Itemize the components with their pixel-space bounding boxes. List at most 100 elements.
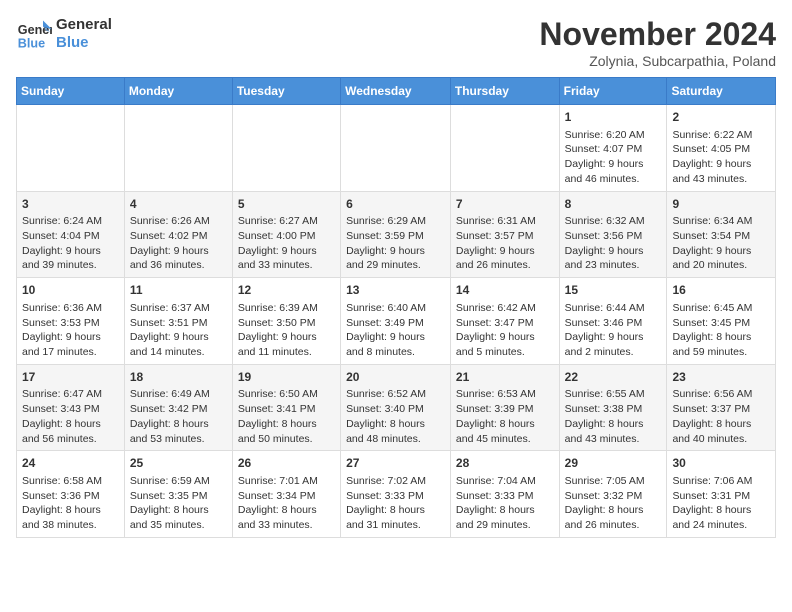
day-number: 18 bbox=[130, 369, 227, 386]
calendar-cell: 13 Sunrise: 6:40 AM Sunset: 3:49 PM Dayli… bbox=[341, 278, 451, 365]
title-block: November 2024 Zolynia, Subcarpathia, Pol… bbox=[539, 16, 776, 69]
day-info: Sunrise: 6:22 AM Sunset: 4:05 PM Dayligh… bbox=[672, 128, 770, 187]
day-info: Sunrise: 6:31 AM Sunset: 3:57 PM Dayligh… bbox=[456, 214, 554, 273]
header-tuesday: Tuesday bbox=[232, 78, 340, 105]
day-number: 10 bbox=[22, 282, 119, 299]
calendar-cell: 18Sunrise: 6:49 AM Sunset: 3:42 PM Dayli… bbox=[124, 364, 232, 451]
day-info: Sunrise: 6:50 AM Sunset: 3:41 PM Dayligh… bbox=[238, 387, 335, 446]
calendar-cell: 24Sunrise: 6:58 AM Sunset: 3:36 PM Dayli… bbox=[17, 451, 125, 538]
calendar-cell: 15 Sunrise: 6:44 AM Sunset: 3:46 PM Dayli… bbox=[559, 278, 667, 365]
calendar-week-4: 17Sunrise: 6:47 AM Sunset: 3:43 PM Dayli… bbox=[17, 364, 776, 451]
calendar-cell: 6Sunrise: 6:29 AM Sunset: 3:59 PM Daylig… bbox=[341, 191, 451, 278]
day-info: Sunrise: 6:52 AM Sunset: 3:40 PM Dayligh… bbox=[346, 387, 445, 446]
day-number: 26 bbox=[238, 455, 335, 472]
day-number: 5 bbox=[238, 196, 335, 213]
day-info: Sunrise: 6:53 AM Sunset: 3:39 PM Dayligh… bbox=[456, 387, 554, 446]
day-info: Sunrise: 6:24 AM Sunset: 4:04 PM Dayligh… bbox=[22, 214, 119, 273]
calendar-table: SundayMondayTuesdayWednesdayThursdayFrid… bbox=[16, 77, 776, 538]
calendar-cell: 8Sunrise: 6:32 AM Sunset: 3:56 PM Daylig… bbox=[559, 191, 667, 278]
day-number: 13 bbox=[346, 282, 445, 299]
day-number: 21 bbox=[456, 369, 554, 386]
day-info: Sunrise: 6:42 AM Sunset: 3:47 PM Dayligh… bbox=[456, 301, 554, 360]
day-number: 14 bbox=[456, 282, 554, 299]
page-header: General Blue General Blue November 2024 … bbox=[16, 16, 776, 69]
day-number: 7 bbox=[456, 196, 554, 213]
calendar-cell: 1 Sunrise: 6:20 AM Sunset: 4:07 PM Daylig… bbox=[559, 105, 667, 192]
calendar-cell: 20Sunrise: 6:52 AM Sunset: 3:40 PM Dayli… bbox=[341, 364, 451, 451]
day-number: 22 bbox=[565, 369, 662, 386]
header-wednesday: Wednesday bbox=[341, 78, 451, 105]
calendar-cell bbox=[232, 105, 340, 192]
calendar-cell: 30 Sunrise: 7:06 AM Sunset: 3:31 PM Dayli… bbox=[667, 451, 776, 538]
svg-text:Blue: Blue bbox=[18, 37, 45, 51]
calendar-week-5: 24Sunrise: 6:58 AM Sunset: 3:36 PM Dayli… bbox=[17, 451, 776, 538]
calendar-cell: 28Sunrise: 7:04 AM Sunset: 3:33 PM Dayli… bbox=[450, 451, 559, 538]
day-number: 23 bbox=[672, 369, 770, 386]
day-number: 27 bbox=[346, 455, 445, 472]
day-info: Sunrise: 6:58 AM Sunset: 3:36 PM Dayligh… bbox=[22, 474, 119, 533]
day-number: 30 bbox=[672, 455, 770, 472]
location: Zolynia, Subcarpathia, Poland bbox=[539, 53, 776, 69]
header-monday: Monday bbox=[124, 78, 232, 105]
calendar-cell: 19Sunrise: 6:50 AM Sunset: 3:41 PM Dayli… bbox=[232, 364, 340, 451]
day-number: 1 bbox=[565, 109, 662, 126]
month-title: November 2024 bbox=[539, 16, 776, 53]
day-info: Sunrise: 7:01 AM Sunset: 3:34 PM Dayligh… bbox=[238, 474, 335, 533]
day-info: Sunrise: 6:39 AM Sunset: 3:50 PM Dayligh… bbox=[238, 301, 335, 360]
day-info: Sunrise: 6:49 AM Sunset: 3:42 PM Dayligh… bbox=[130, 387, 227, 446]
calendar-cell: 21Sunrise: 6:53 AM Sunset: 3:39 PM Dayli… bbox=[450, 364, 559, 451]
day-info: Sunrise: 6:20 AM Sunset: 4:07 PM Dayligh… bbox=[565, 128, 662, 187]
logo-blue: Blue bbox=[56, 34, 112, 52]
calendar-week-2: 3Sunrise: 6:24 AM Sunset: 4:04 PM Daylig… bbox=[17, 191, 776, 278]
calendar-cell: 12 Sunrise: 6:39 AM Sunset: 3:50 PM Dayli… bbox=[232, 278, 340, 365]
calendar-cell: 2 Sunrise: 6:22 AM Sunset: 4:05 PM Daylig… bbox=[667, 105, 776, 192]
calendar-cell: 4Sunrise: 6:26 AM Sunset: 4:02 PM Daylig… bbox=[124, 191, 232, 278]
day-number: 16 bbox=[672, 282, 770, 299]
day-number: 15 bbox=[565, 282, 662, 299]
header-sunday: Sunday bbox=[17, 78, 125, 105]
day-info: Sunrise: 6:55 AM Sunset: 3:38 PM Dayligh… bbox=[565, 387, 662, 446]
day-number: 25 bbox=[130, 455, 227, 472]
day-info: Sunrise: 6:26 AM Sunset: 4:02 PM Dayligh… bbox=[130, 214, 227, 273]
header-thursday: Thursday bbox=[450, 78, 559, 105]
calendar-cell: 23Sunrise: 6:56 AM Sunset: 3:37 PM Dayli… bbox=[667, 364, 776, 451]
calendar-cell bbox=[124, 105, 232, 192]
calendar-cell bbox=[17, 105, 125, 192]
day-info: Sunrise: 6:45 AM Sunset: 3:45 PM Dayligh… bbox=[672, 301, 770, 360]
calendar-cell: 16 Sunrise: 6:45 AM Sunset: 3:45 PM Dayli… bbox=[667, 278, 776, 365]
day-info: Sunrise: 6:44 AM Sunset: 3:46 PM Dayligh… bbox=[565, 301, 662, 360]
day-info: Sunrise: 7:06 AM Sunset: 3:31 PM Dayligh… bbox=[672, 474, 770, 533]
header-friday: Friday bbox=[559, 78, 667, 105]
day-number: 6 bbox=[346, 196, 445, 213]
day-number: 29 bbox=[565, 455, 662, 472]
day-number: 19 bbox=[238, 369, 335, 386]
calendar-cell: 17Sunrise: 6:47 AM Sunset: 3:43 PM Dayli… bbox=[17, 364, 125, 451]
day-number: 2 bbox=[672, 109, 770, 126]
day-number: 9 bbox=[672, 196, 770, 213]
day-info: Sunrise: 6:36 AM Sunset: 3:53 PM Dayligh… bbox=[22, 301, 119, 360]
calendar-cell: 22Sunrise: 6:55 AM Sunset: 3:38 PM Dayli… bbox=[559, 364, 667, 451]
calendar-cell: 5Sunrise: 6:27 AM Sunset: 4:00 PM Daylig… bbox=[232, 191, 340, 278]
day-info: Sunrise: 6:56 AM Sunset: 3:37 PM Dayligh… bbox=[672, 387, 770, 446]
calendar-cell bbox=[450, 105, 559, 192]
day-number: 28 bbox=[456, 455, 554, 472]
calendar-cell: 14 Sunrise: 6:42 AM Sunset: 3:47 PM Dayli… bbox=[450, 278, 559, 365]
day-info: Sunrise: 6:47 AM Sunset: 3:43 PM Dayligh… bbox=[22, 387, 119, 446]
calendar-cell: 3Sunrise: 6:24 AM Sunset: 4:04 PM Daylig… bbox=[17, 191, 125, 278]
day-number: 12 bbox=[238, 282, 335, 299]
day-number: 4 bbox=[130, 196, 227, 213]
day-number: 11 bbox=[130, 282, 227, 299]
day-info: Sunrise: 6:37 AM Sunset: 3:51 PM Dayligh… bbox=[130, 301, 227, 360]
calendar-cell: 29Sunrise: 7:05 AM Sunset: 3:32 PM Dayli… bbox=[559, 451, 667, 538]
logo-icon: General Blue bbox=[16, 16, 52, 52]
day-number: 3 bbox=[22, 196, 119, 213]
logo: General Blue General Blue bbox=[16, 16, 112, 52]
calendar-cell: 9Sunrise: 6:34 AM Sunset: 3:54 PM Daylig… bbox=[667, 191, 776, 278]
calendar-cell: 25Sunrise: 6:59 AM Sunset: 3:35 PM Dayli… bbox=[124, 451, 232, 538]
header-saturday: Saturday bbox=[667, 78, 776, 105]
calendar-cell: 7Sunrise: 6:31 AM Sunset: 3:57 PM Daylig… bbox=[450, 191, 559, 278]
calendar-week-1: 1 Sunrise: 6:20 AM Sunset: 4:07 PM Daylig… bbox=[17, 105, 776, 192]
calendar-cell: 10 Sunrise: 6:36 AM Sunset: 3:53 PM Dayli… bbox=[17, 278, 125, 365]
day-info: Sunrise: 6:32 AM Sunset: 3:56 PM Dayligh… bbox=[565, 214, 662, 273]
day-info: Sunrise: 6:40 AM Sunset: 3:49 PM Dayligh… bbox=[346, 301, 445, 360]
